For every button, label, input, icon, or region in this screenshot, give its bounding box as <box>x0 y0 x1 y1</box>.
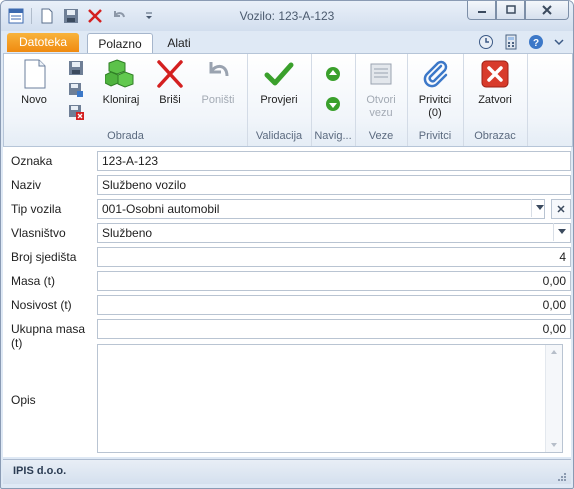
masa-input[interactable]: 0,00 <box>97 271 571 291</box>
app-window: Vozilo: 123-A-123 Datoteka Polazno Alati… <box>0 0 574 489</box>
paperclip-icon <box>419 58 451 90</box>
nav-down-icon[interactable] <box>325 96 341 112</box>
new-doc-large-icon <box>18 58 50 90</box>
group-obrazac: Zatvori Obrazac <box>463 54 528 146</box>
group-obrada: Novo Kloniraj Briši Poništi Obrada <box>4 54 248 146</box>
clock-icon[interactable] <box>478 34 494 53</box>
delete-label: Briši <box>159 94 181 106</box>
new-label: Novo <box>21 94 47 106</box>
close-window-button[interactable] <box>525 1 569 20</box>
group-validacija: Provjeri Validacija <box>247 54 312 146</box>
save-as-icon[interactable] <box>68 82 84 98</box>
ukupna-input[interactable]: 0,00 <box>97 319 571 339</box>
tip-value: 001-Osobni automobil <box>102 202 220 216</box>
open-link-button[interactable]: Otvori vezu <box>359 58 403 120</box>
vlasnistvo-value: Službeno <box>102 226 153 240</box>
attachments-button[interactable]: Privitci (0) <box>411 58 459 120</box>
maximize-button[interactable] <box>496 1 525 20</box>
sjedista-label: Broj sjedišta <box>11 250 77 264</box>
checkmark-icon <box>263 58 295 90</box>
masa-label: Masa (t) <box>11 274 56 288</box>
company-name: IPIS d.o.o. <box>13 465 67 477</box>
ukupna-label: Ukupna masa (t) <box>11 322 86 350</box>
tab-file[interactable]: Datoteka <box>7 33 79 52</box>
tip-select[interactable]: 001-Osobni automobil <box>97 199 545 219</box>
nosivost-input[interactable]: 0,00 <box>97 295 571 315</box>
clone-button[interactable]: Kloniraj <box>96 58 146 106</box>
group-veze-label: Veze <box>368 130 394 142</box>
close-form-label: Zatvori <box>478 94 512 106</box>
tab-tools[interactable]: Alati <box>159 33 199 53</box>
close-form-icon <box>479 58 511 90</box>
vlasnistvo-label: Vlasništvo <box>11 226 66 240</box>
group-navig-label: Navig... <box>314 130 352 142</box>
opis-label: Opis <box>11 393 36 407</box>
window-controls <box>467 1 569 20</box>
group-navig: Navig... <box>311 54 356 146</box>
oznaka-input[interactable]: 123-A-123 <box>97 151 571 171</box>
opis-value <box>98 345 562 351</box>
calculator-icon[interactable] <box>503 34 519 53</box>
group-obrazac-label: Obrazac <box>474 130 516 142</box>
vehicle-form: Oznaka 123-A-123 Naziv Službeno vozilo T… <box>3 147 571 457</box>
group-privitci-label: Privitci <box>418 130 452 142</box>
tab-home[interactable]: Polazno <box>87 33 153 54</box>
title-bar: Vozilo: 123-A-123 <box>1 1 573 31</box>
svg-text:?: ? <box>533 38 539 49</box>
clone-label: Kloniraj <box>102 94 140 106</box>
undo-button[interactable]: Poništi <box>196 58 240 106</box>
opis-scrollbar[interactable] <box>545 345 562 452</box>
nosivost-label: Nosivost (t) <box>11 298 72 312</box>
naziv-label: Naziv <box>11 178 42 192</box>
tip-clear-icon[interactable] <box>551 199 571 219</box>
naziv-input[interactable]: Službeno vozilo <box>97 175 571 195</box>
ribbon: Novo Kloniraj Briši Poništi Obrada Provj… <box>3 53 573 147</box>
vlasnistvo-select[interactable]: Službeno <box>97 223 571 243</box>
status-bar: IPIS d.o.o. <box>3 459 571 484</box>
clone-cubes-icon <box>104 58 137 90</box>
attachments-label: Privitci <box>418 94 452 106</box>
open-link-icon <box>365 58 397 90</box>
save-small-icon[interactable] <box>68 60 84 76</box>
attachments-count: (0) <box>428 107 442 119</box>
ribbon-collapse-icon[interactable] <box>553 34 565 53</box>
close-form-button[interactable]: Zatvori <box>469 58 521 106</box>
delete-button[interactable]: Briši <box>150 58 190 106</box>
check-button[interactable]: Provjeri <box>253 58 305 106</box>
help-icon[interactable]: ? <box>528 34 544 53</box>
group-privitci: Privitci (0) Privitci <box>407 54 464 146</box>
open-link-label-1: Otvori <box>366 94 396 106</box>
undo-label: Poništi <box>201 94 235 106</box>
tab-bar-icons: ? <box>478 34 565 53</box>
group-veze: Otvori vezu Veze <box>355 54 408 146</box>
vlasnistvo-dropdown-icon[interactable] <box>553 223 570 241</box>
resize-grip-icon[interactable] <box>557 471 567 481</box>
oznaka-label: Oznaka <box>11 154 53 168</box>
minimize-button[interactable] <box>467 1 496 20</box>
nav-up-icon[interactable] <box>325 66 341 82</box>
save-close-icon[interactable] <box>68 104 84 120</box>
delete-large-icon <box>154 58 186 90</box>
new-button[interactable]: Novo <box>12 58 56 106</box>
ribbon-tabs: Datoteka Polazno Alati ? <box>1 31 573 54</box>
tip-label: Tip vozila <box>11 202 62 216</box>
sjedista-input[interactable]: 4 <box>97 247 571 267</box>
check-label: Provjeri <box>260 94 298 106</box>
open-link-label-2: vezu <box>369 107 393 119</box>
group-validacija-label: Validacija <box>255 130 303 142</box>
opis-textarea[interactable] <box>97 344 563 453</box>
group-obrada-label: Obrada <box>107 130 144 142</box>
tip-dropdown-icon[interactable] <box>531 199 548 217</box>
undo-large-icon <box>202 58 234 90</box>
